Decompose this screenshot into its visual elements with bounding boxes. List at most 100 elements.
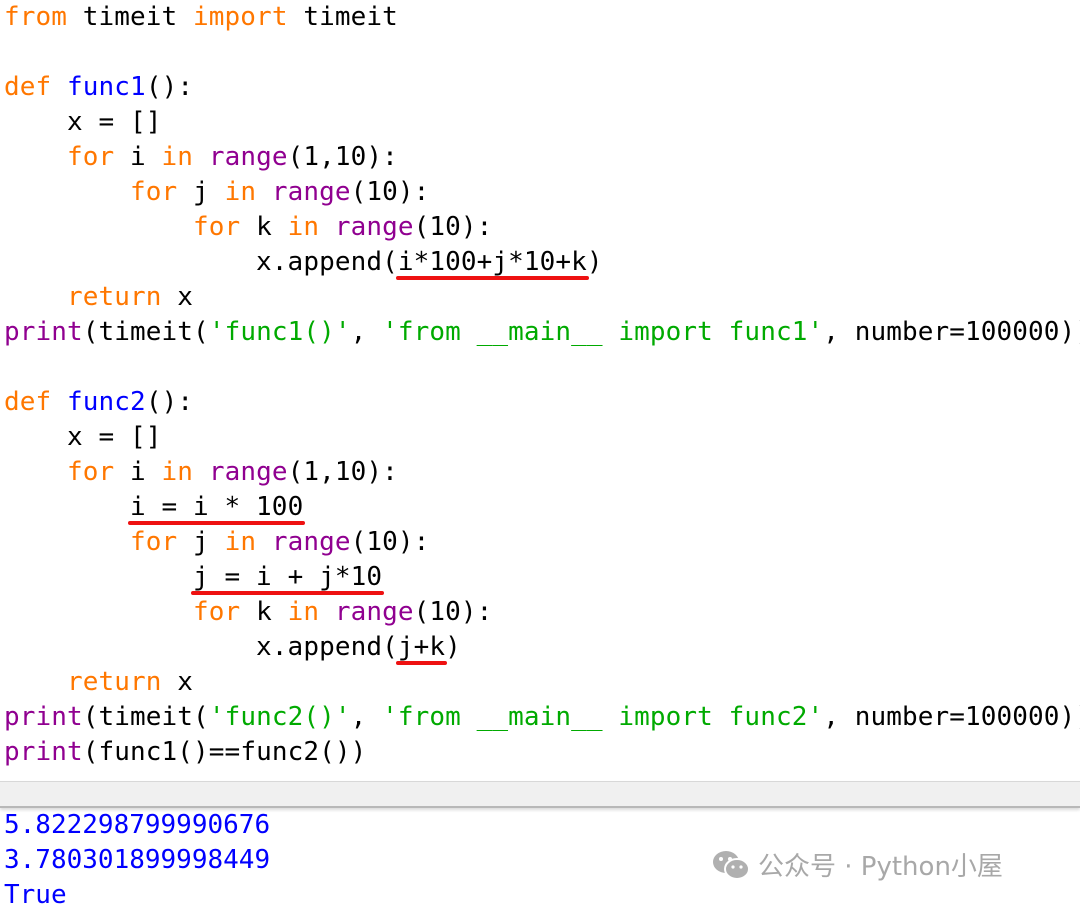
code-line: def func1():	[4, 70, 1080, 105]
code-token: (func1()==func2())	[82, 737, 367, 767]
code-token: )	[445, 632, 461, 662]
code-line: for k in range(10):	[4, 595, 1080, 630]
code-line: i = i * 100	[4, 490, 1080, 525]
code-token: in	[287, 212, 320, 242]
code-token: range	[208, 142, 288, 172]
code-token: in	[224, 177, 257, 207]
underlined-code-token: i*100+j*10+k	[397, 247, 587, 277]
watermark: 公众号 · Python小屋	[712, 846, 1003, 883]
code-token: )	[586, 247, 603, 277]
code-line: return x	[4, 665, 1080, 700]
code-line: print(func1()==func2())	[4, 735, 1080, 770]
code-token: , number=100000))	[823, 317, 1080, 347]
code-token: range	[334, 212, 414, 242]
code-token: in	[224, 527, 257, 557]
code-token: ():	[145, 387, 194, 417]
code-token: return	[67, 667, 162, 697]
code-token: ,	[350, 317, 383, 347]
code-token: x.append(	[4, 247, 398, 277]
code-token: in	[161, 142, 194, 172]
code-token: return	[67, 282, 162, 312]
output-line: 5.822298799990676	[4, 810, 271, 840]
code-line: x.append(i*100+j*10+k)	[4, 245, 1080, 280]
code-token: def	[4, 72, 52, 102]
code-token: x = []	[4, 422, 162, 452]
code-token: k	[240, 212, 288, 242]
code-token: j	[177, 527, 225, 557]
code-token: range	[271, 527, 351, 557]
code-token: for	[67, 142, 115, 172]
code-line: for i in range(1,10):	[4, 455, 1080, 490]
code-token: in	[287, 597, 320, 627]
code-line: for k in range(10):	[4, 210, 1080, 245]
shell-output: 5.822298799990676 3.780301899998449 True	[4, 808, 270, 913]
code-line: x = []	[4, 420, 1080, 455]
code-line: return x	[4, 280, 1080, 315]
code-token: x	[161, 667, 194, 697]
code-token: j	[177, 177, 225, 207]
code-token: timeit	[287, 2, 398, 32]
code-token: range	[271, 177, 351, 207]
code-token: i	[114, 457, 162, 487]
code-token: x.append(	[4, 632, 398, 662]
code-token: for	[193, 597, 241, 627]
underlined-code-token: j+k	[397, 632, 446, 662]
code-token: i	[114, 142, 162, 172]
code-token: x = []	[4, 107, 162, 137]
code-token: range	[208, 457, 288, 487]
watermark-text: 公众号 · Python小屋	[758, 852, 1003, 882]
code-line: print(timeit('func1()', 'from __main__ i…	[4, 315, 1080, 350]
code-line: from timeit import timeit	[4, 0, 1080, 35]
code-token: k	[240, 597, 288, 627]
wechat-icon	[712, 850, 750, 880]
code-token: range	[334, 597, 414, 627]
code-token: ():	[145, 72, 194, 102]
code-token: print	[4, 737, 83, 767]
code-token: , number=100000))	[823, 702, 1080, 732]
code-token: (10):	[413, 212, 493, 242]
code-line: x = []	[4, 105, 1080, 140]
code-line: for j in range(10):	[4, 175, 1080, 210]
code-token: for	[67, 457, 115, 487]
code-token: for	[130, 177, 178, 207]
code-line: print(timeit('func2()', 'from __main__ i…	[4, 700, 1080, 735]
underlined-code-token: j = i + j*10	[193, 562, 383, 592]
code-token: for	[193, 212, 241, 242]
code-token: (1,10):	[287, 457, 398, 487]
code-token: (10):	[413, 597, 493, 627]
code-token: func1	[67, 72, 146, 102]
code-token: 'func1()'	[208, 317, 351, 347]
code-token: x	[161, 282, 194, 312]
code-token: (10):	[350, 527, 430, 557]
output-line: 3.780301899998449	[4, 845, 271, 875]
code-token: (10):	[350, 177, 430, 207]
code-token: print	[4, 702, 83, 732]
code-line: for j in range(10):	[4, 525, 1080, 560]
code-token: def	[4, 387, 52, 417]
underlined-code-token: i = i * 100	[130, 492, 304, 522]
code-editor[interactable]: from timeit import timeit def func1(): x …	[4, 0, 1080, 770]
code-token: ,	[350, 702, 383, 732]
code-line: x.append(j+k)	[4, 630, 1080, 665]
shell-divider	[0, 781, 1080, 808]
code-token: in	[161, 457, 194, 487]
code-token: (timeit(	[82, 317, 209, 347]
